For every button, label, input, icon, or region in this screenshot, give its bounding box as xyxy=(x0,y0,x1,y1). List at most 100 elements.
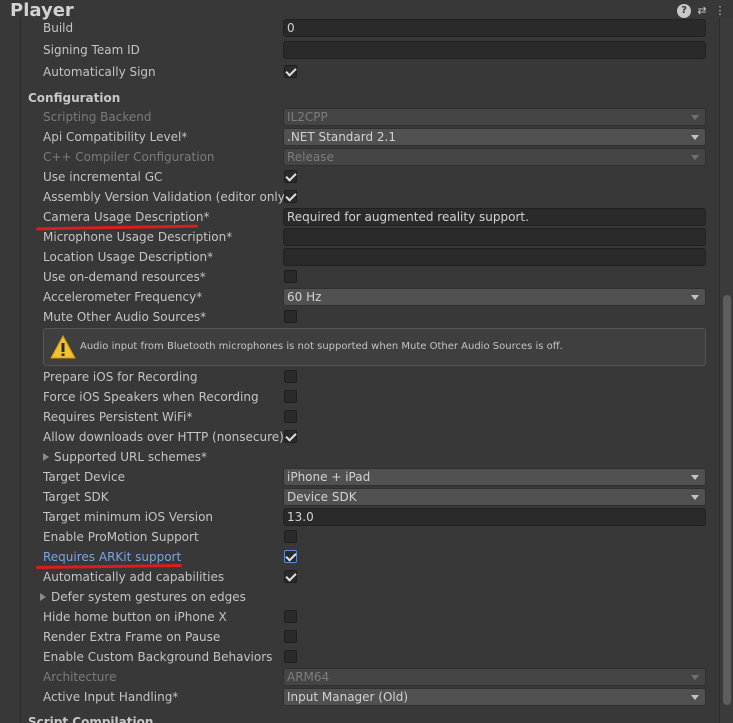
mute-audio-label: Mute Other Audio Sources* xyxy=(43,310,207,324)
api-level-label: Api Compatibility Level* xyxy=(43,130,188,144)
microphone-usage-field[interactable] xyxy=(283,228,706,246)
auto-capabilities-checkbox[interactable] xyxy=(284,570,297,583)
defer-gestures-label: Defer system gestures on edges xyxy=(51,590,246,604)
chevron-down-icon xyxy=(691,475,699,480)
scripting-backend-dropdown: IL2CPP xyxy=(283,108,706,126)
persistent-wifi-checkbox[interactable] xyxy=(284,410,297,423)
target-device-label: Target Device xyxy=(43,470,125,484)
accelerometer-dropdown[interactable]: 60 Hz xyxy=(283,288,706,306)
row-target-sdk: Target SDK Device SDK xyxy=(20,487,712,507)
min-ios-field[interactable]: 13.0 xyxy=(283,508,706,526)
row-auto-sign: Automatically Sign xyxy=(20,62,712,82)
promotion-checkbox[interactable] xyxy=(284,530,297,543)
row-api-level: Api Compatibility Level* .NET Standard 2… xyxy=(20,127,712,147)
title-icons: ? ⇄ ⋮ xyxy=(677,4,727,18)
row-custom-bg: Enable Custom Background Behaviors xyxy=(20,647,712,667)
chevron-down-icon xyxy=(691,695,699,700)
target-sdk-dropdown[interactable]: Device SDK xyxy=(283,488,706,506)
row-force-speakers: Force iOS Speakers when Recording xyxy=(20,387,712,407)
camera-usage-field[interactable]: Required for augmented reality support. xyxy=(283,208,706,226)
signing-team-label: Signing Team ID xyxy=(43,43,140,57)
prepare-recording-checkbox[interactable] xyxy=(284,370,297,383)
auto-sign-checkbox[interactable] xyxy=(284,65,297,78)
url-schemes-foldout[interactable]: Supported URL schemes* xyxy=(43,447,207,467)
input-handling-dropdown[interactable]: Input Manager (Old) xyxy=(283,688,706,706)
signing-team-field[interactable] xyxy=(283,41,706,59)
on-demand-checkbox[interactable] xyxy=(284,270,297,283)
scripting-backend-label: Scripting Backend xyxy=(43,110,152,124)
url-schemes-label: Supported URL schemes* xyxy=(54,450,208,464)
chevron-down-icon xyxy=(691,115,699,120)
api-level-dropdown[interactable]: .NET Standard 2.1 xyxy=(283,128,706,146)
warning-text: Audio input from Bluetooth microphones i… xyxy=(80,341,563,352)
promotion-label: Enable ProMotion Support xyxy=(43,530,199,544)
input-handling-label: Active Input Handling* xyxy=(43,690,179,704)
scrollbar-thumb[interactable] xyxy=(723,295,731,705)
assembly-validation-checkbox[interactable] xyxy=(284,190,297,203)
row-assembly-validation: Assembly Version Validation (editor only… xyxy=(20,187,712,207)
chevron-down-icon xyxy=(691,675,699,680)
row-url-schemes[interactable]: Supported URL schemes* xyxy=(20,447,712,467)
extra-frame-label: Render Extra Frame on Pause xyxy=(43,630,221,644)
foldout-arrow-icon[interactable] xyxy=(43,452,49,461)
preset-icon[interactable]: ⇄ xyxy=(695,4,709,18)
row-target-device: Target Device iPhone + iPad xyxy=(20,467,712,487)
configuration-header: Configuration xyxy=(28,91,121,105)
row-architecture: Architecture ARM64 xyxy=(20,667,712,687)
row-microphone-usage: Microphone Usage Description* xyxy=(20,227,712,247)
foldout-arrow-icon[interactable] xyxy=(40,592,46,601)
row-on-demand: Use on-demand resources* xyxy=(20,267,712,287)
location-usage-label: Location Usage Description* xyxy=(43,250,214,264)
vertical-scrollbar[interactable] xyxy=(719,18,733,723)
row-hide-home: Hide home button on iPhone X xyxy=(20,607,712,627)
row-mute-audio: Mute Other Audio Sources* xyxy=(20,307,712,327)
accelerometer-value: 60 Hz xyxy=(287,290,322,304)
help-icon[interactable]: ? xyxy=(677,4,691,18)
min-ios-label: Target minimum iOS Version xyxy=(43,510,214,524)
row-signing-team: Signing Team ID xyxy=(20,40,712,60)
chevron-down-icon xyxy=(691,295,699,300)
architecture-value: ARM64 xyxy=(287,670,330,684)
row-input-handling: Active Input Handling* Input Manager (Ol… xyxy=(20,687,712,707)
script-compilation-header: Script Compilation xyxy=(28,715,154,723)
incremental-gc-checkbox[interactable] xyxy=(284,170,297,183)
scripting-backend-value: IL2CPP xyxy=(287,110,328,124)
arkit-checkbox[interactable] xyxy=(284,550,297,563)
auto-sign-label: Automatically Sign xyxy=(43,65,156,79)
custom-bg-label: Enable Custom Background Behaviors xyxy=(43,650,273,664)
allow-http-label: Allow downloads over HTTP (nonsecure)* xyxy=(43,430,290,444)
more-icon[interactable]: ⋮ xyxy=(713,4,727,18)
location-usage-field[interactable] xyxy=(283,248,706,266)
target-sdk-value: Device SDK xyxy=(287,490,357,504)
row-incremental-gc: Use incremental GC xyxy=(20,167,712,187)
prepare-recording-label: Prepare iOS for Recording xyxy=(43,370,198,384)
row-location-usage: Location Usage Description* xyxy=(20,247,712,267)
mute-audio-checkbox[interactable] xyxy=(284,310,297,323)
defer-gestures-foldout[interactable]: Defer system gestures on edges xyxy=(40,587,246,607)
row-prepare-recording: Prepare iOS for Recording xyxy=(20,367,712,387)
incremental-gc-label: Use incremental GC xyxy=(43,170,163,184)
custom-bg-checkbox[interactable] xyxy=(284,650,297,663)
build-label: Build xyxy=(43,21,74,35)
allow-http-checkbox[interactable] xyxy=(284,430,297,443)
force-speakers-checkbox[interactable] xyxy=(284,390,297,403)
hide-home-checkbox[interactable] xyxy=(284,610,297,623)
row-build: Build 0 xyxy=(20,18,712,38)
player-settings-window: Player ? ⇄ ⋮ Build 0 Signing Team ID Aut… xyxy=(0,0,733,723)
audio-warning-box: Audio input from Bluetooth microphones i… xyxy=(43,328,706,366)
row-persistent-wifi: Requires Persistent WiFi* xyxy=(20,407,712,427)
row-camera-usage: Camera Usage Description* Required for a… xyxy=(20,207,712,227)
target-device-dropdown[interactable]: iPhone + iPad xyxy=(283,468,706,486)
settings-content: Build 0 Signing Team ID Automatically Si… xyxy=(20,18,712,723)
row-defer-gestures[interactable]: Defer system gestures on edges xyxy=(20,587,712,607)
auto-capabilities-label: Automatically add capabilities xyxy=(43,570,225,584)
build-field[interactable]: 0 xyxy=(283,19,706,37)
cpp-config-dropdown: Release xyxy=(283,148,706,166)
extra-frame-checkbox[interactable] xyxy=(284,630,297,643)
chevron-down-icon xyxy=(691,495,699,500)
row-min-ios: Target minimum iOS Version 13.0 xyxy=(20,507,712,527)
persistent-wifi-label: Requires Persistent WiFi* xyxy=(43,410,193,424)
row-cpp-config: C++ Compiler Configuration Release xyxy=(20,147,712,167)
on-demand-label: Use on-demand resources* xyxy=(43,270,206,284)
row-auto-capabilities: Automatically add capabilities xyxy=(20,567,712,587)
